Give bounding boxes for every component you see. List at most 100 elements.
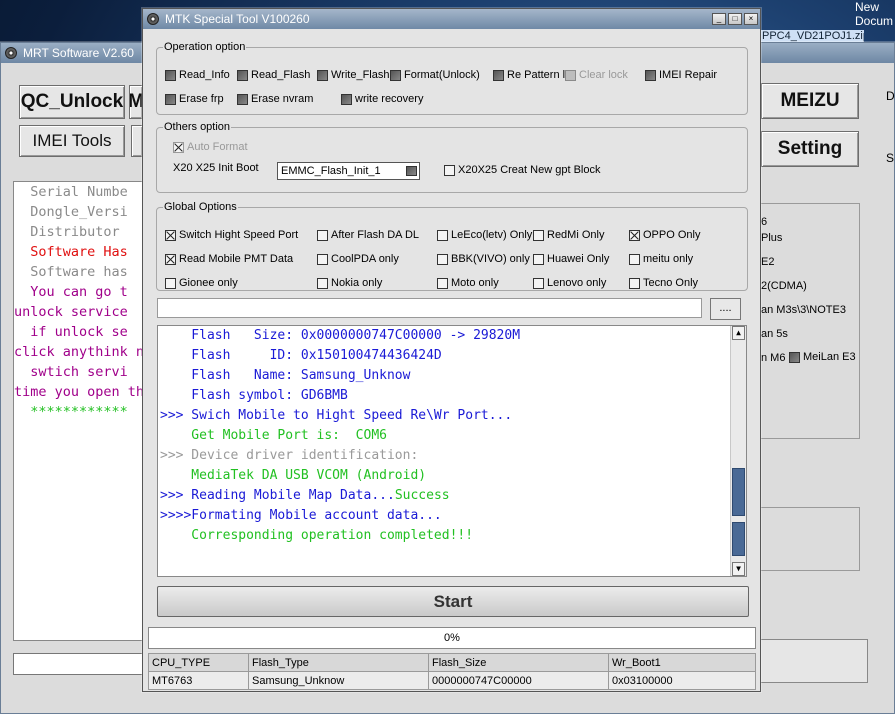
checkbox-icon (165, 253, 176, 265)
global-option-checkbox[interactable]: meitu only (629, 252, 693, 266)
table-cell: 0x03100000 (608, 671, 756, 690)
mrt-log-line: unlock service (14, 304, 128, 320)
log-line: Flash ID: 0x150100474436424D (160, 348, 442, 363)
browse-button[interactable]: .... (710, 298, 741, 320)
chevron-down-icon[interactable] (406, 166, 417, 176)
mrt-log-line: Dongle_Versi (14, 204, 128, 220)
checkbox-icon (789, 351, 800, 363)
log-line: >>> Swich Mobile to Hight Speed Re\Wr Po… (160, 408, 513, 423)
mrt-right-edge-label: S (886, 151, 895, 165)
checkbox-icon (237, 69, 248, 81)
mrt-log-line: ************ (14, 404, 128, 420)
init-boot-label: X20 X25 Init Boot (173, 162, 259, 174)
global-option-checkbox[interactable]: Moto only (437, 276, 499, 290)
mrt-log-line: Software has (14, 264, 128, 280)
log-line: MediaTek DA USB VCOM (Android) (160, 468, 427, 483)
write-flash-checkbox[interactable]: Write_Flash (317, 68, 389, 82)
global-option-checkbox[interactable]: Nokia only (317, 276, 382, 290)
checkbox-icon (565, 69, 576, 81)
checkbox-icon (437, 277, 448, 289)
log-panel: Flash Size: 0x0000000747C00000 -> 29820M… (157, 325, 747, 577)
table-cell: 0000000747C00000 (428, 671, 609, 690)
global-option-checkbox[interactable]: Tecno Only (629, 276, 698, 290)
write-recovery-checkbox[interactable]: write recovery (341, 92, 423, 106)
checkbox-icon (165, 277, 176, 289)
global-option-checkbox[interactable]: OPPO Only (629, 228, 700, 242)
global-option-checkbox[interactable]: LeEco(letv) Only (437, 228, 532, 242)
m-button-partial[interactable]: M (129, 85, 143, 119)
format-unlock-checkbox[interactable]: Format(Unlock) (390, 68, 480, 82)
scroll-down-icon[interactable]: ▼ (732, 562, 745, 576)
checkbox-icon (165, 69, 176, 81)
table-header-cell: Flash_Type (248, 653, 429, 672)
checkbox-icon (237, 93, 248, 105)
checkbox-icon (645, 69, 656, 81)
global-option-checkbox[interactable]: RedMi Only (533, 228, 604, 242)
meilan-e3-option[interactable]: MeiLan E3 (789, 350, 856, 364)
checkbox-icon (533, 277, 544, 289)
log-line: Flash Name: Samsung_Unknow (160, 368, 411, 383)
checkbox-icon (390, 69, 401, 81)
auto-format-checkbox[interactable]: Auto Format (173, 140, 248, 154)
others-option-group: Others option Auto Format X20 X25 Init B… (156, 121, 748, 193)
checkbox-icon (629, 229, 640, 241)
scroll-thumb[interactable] (732, 468, 745, 516)
maximize-icon[interactable]: □ (728, 13, 742, 25)
global-option-checkbox[interactable]: Huawei Only (533, 252, 609, 266)
others-option-title: Others option (163, 121, 232, 133)
erase-frp-checkbox[interactable]: Erase frp (165, 92, 224, 106)
global-option-checkbox[interactable]: After Flash DA DL (317, 228, 419, 242)
global-option-checkbox[interactable]: CoolPDA only (317, 252, 399, 266)
global-option-checkbox[interactable]: Switch Hight Speed Port (165, 228, 298, 242)
mrt-log-line: Software Has (14, 244, 128, 260)
global-option-checkbox[interactable]: Gionee only (165, 276, 238, 290)
app-icon (147, 13, 159, 25)
checkbox-icon (533, 229, 544, 241)
re-pattern-checkbox[interactable]: Re Pattern l (493, 68, 565, 82)
log-scrollbar[interactable]: ▲ ▼ (730, 326, 746, 576)
global-option-checkbox[interactable]: BBK(VIVO) only (437, 252, 530, 266)
mrt-log-panel: Serial Numbe Dongle_Versi Distributor So… (13, 181, 143, 641)
mrt-bottom-input[interactable] (13, 653, 145, 675)
log-line: Get Mobile Port is: COM6 (160, 428, 387, 443)
log-line: >>>>Formating Mobile account data... (160, 508, 442, 523)
global-option-checkbox[interactable]: Lenovo only (533, 276, 606, 290)
mrt-log-line: click anythink n (14, 344, 143, 360)
global-option-checkbox[interactable]: Read Mobile PMT Data (165, 252, 293, 266)
start-button[interactable]: Start (157, 586, 749, 617)
checkbox-icon (317, 69, 328, 81)
checkbox-icon (444, 164, 455, 176)
checkbox-icon (533, 253, 544, 265)
mrt-log-line: swtich servi (14, 364, 128, 380)
checkbox-icon (317, 229, 328, 241)
setting-button[interactable]: Setting (761, 131, 859, 167)
scroll-thumb[interactable] (732, 522, 745, 556)
erase-nvram-checkbox[interactable]: Erase nvram (237, 92, 313, 106)
mrt-log-lines: Serial Numbe Dongle_Versi Distributor So… (14, 182, 142, 420)
gpt-block-checkbox[interactable]: X20X25 Creat New gpt Block (444, 163, 600, 177)
table-header-cell: CPU_TYPE (148, 653, 249, 672)
checkbox-icon (629, 277, 640, 289)
read-info-checkbox[interactable]: Read_Info (165, 68, 230, 82)
mtk-titlebar[interactable]: MTK Special Tool V100260 _ □ × (143, 9, 760, 29)
minimize-icon[interactable]: _ (712, 13, 726, 25)
clear-lock-checkbox[interactable]: Clear lock (565, 68, 628, 82)
log-lines: Flash Size: 0x0000000747C00000 -> 29820M… (160, 326, 730, 546)
qc-unlock-button[interactable]: QC_Unlock (19, 85, 125, 119)
log-line: Flash symbol: GD6BMB (160, 388, 348, 403)
table-cell: Samsung_Unknow (248, 671, 429, 690)
meizu-button[interactable]: MEIZU (761, 83, 859, 119)
mrt-log-line: if unlock se (14, 324, 128, 340)
init-boot-select[interactable]: EMMC_Flash_Init_1 (277, 162, 420, 180)
model-item: 6 (761, 216, 768, 228)
read-flash-checkbox[interactable]: Read_Flash (237, 68, 310, 82)
mrt-log-line: You can go t (14, 284, 128, 300)
imei-repair-checkbox[interactable]: IMEI Repair (645, 68, 717, 82)
scroll-up-icon[interactable]: ▲ (732, 326, 745, 340)
file-path-input[interactable] (157, 298, 702, 318)
model-item: 2(CDMA) (761, 280, 807, 292)
imei-tools-button[interactable]: IMEI Tools (19, 125, 125, 157)
checkbox-icon (437, 229, 448, 241)
table-row[interactable]: MT6763 Samsung_Unknow 0000000747C00000 0… (148, 671, 756, 690)
close-icon[interactable]: × (744, 13, 758, 25)
